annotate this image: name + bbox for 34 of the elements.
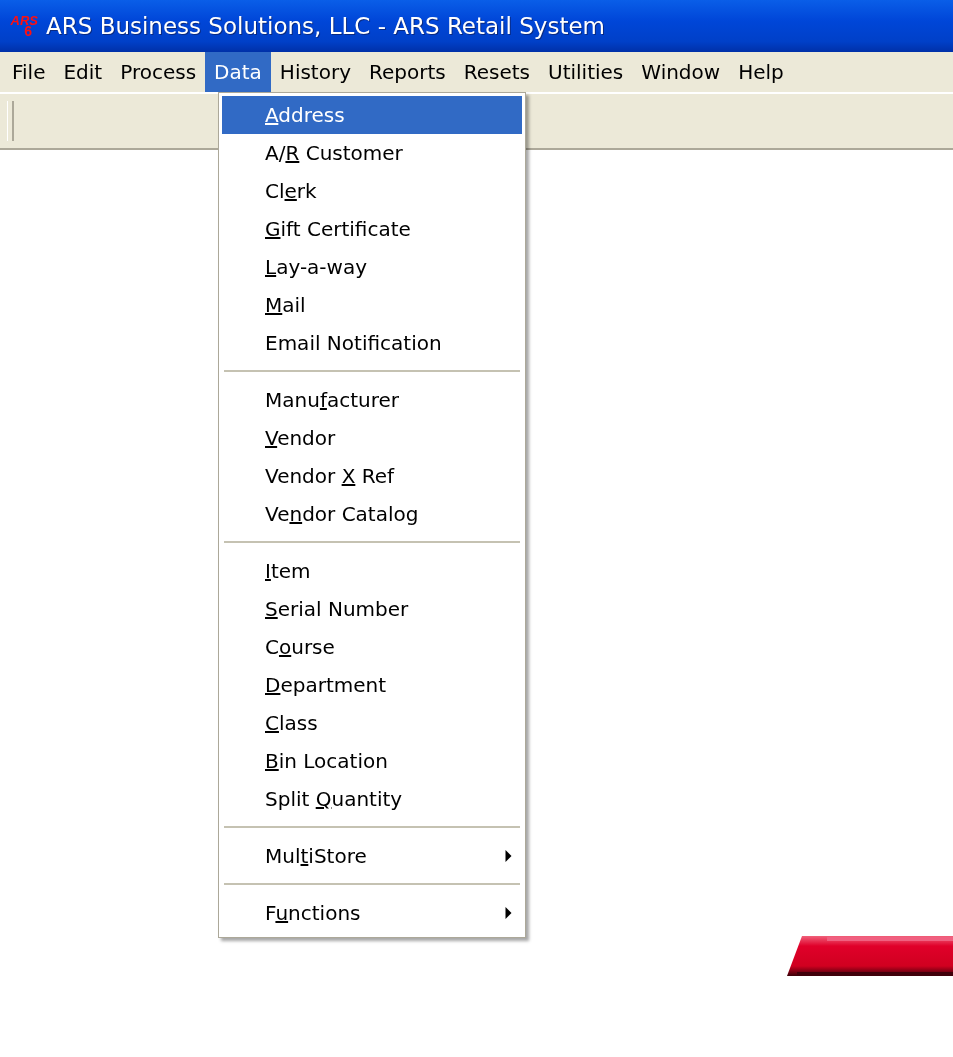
menu-bar-item[interactable]: File bbox=[3, 52, 55, 92]
menu-bar-item[interactable]: Help bbox=[729, 52, 793, 92]
menu-bar-item[interactable]: Utilities bbox=[539, 52, 633, 92]
menu-item[interactable]: Address bbox=[222, 96, 522, 134]
menu-item[interactable]: Functions bbox=[222, 894, 522, 932]
submenu-arrow-icon bbox=[505, 907, 512, 919]
menu-bar-item[interactable]: Reports bbox=[360, 52, 455, 92]
window-title: ARS Business Solutions, LLC - ARS Retail System bbox=[46, 13, 605, 39]
menu-bar-item[interactable]: Process bbox=[111, 52, 206, 92]
menu-bar-item[interactable]: Window bbox=[632, 52, 730, 92]
menu-item[interactable]: Item bbox=[222, 552, 522, 590]
menu-item[interactable]: Manufacturer bbox=[222, 381, 522, 419]
menu-item[interactable]: Split Quantity bbox=[222, 780, 522, 818]
menu-item[interactable]: A/R Customer bbox=[222, 134, 522, 172]
menu-item[interactable]: Class bbox=[222, 704, 522, 742]
menu-item[interactable]: Course bbox=[222, 628, 522, 666]
menu-bar-item[interactable]: Resets bbox=[454, 52, 539, 92]
menu-item[interactable]: Bin Location bbox=[222, 742, 522, 780]
menu-bar-item[interactable]: Edit bbox=[54, 52, 112, 92]
menu-item[interactable]: Mail bbox=[222, 286, 522, 324]
menu-item[interactable]: Clerk bbox=[222, 172, 522, 210]
menu-item[interactable]: Lay-a-way bbox=[222, 248, 522, 286]
menu-item[interactable]: Vendor X Ref bbox=[222, 457, 522, 495]
menu-item[interactable]: MultiStore bbox=[222, 837, 522, 875]
menu-item[interactable]: Vendor bbox=[222, 419, 522, 457]
app-logo: ARS 6 bbox=[9, 14, 38, 38]
menu-bar-item[interactable]: Data bbox=[205, 52, 271, 92]
menu-item[interactable]: Department bbox=[222, 666, 522, 704]
menu-item[interactable]: Vendor Catalog bbox=[222, 495, 522, 533]
submenu-arrow-icon bbox=[505, 850, 512, 862]
menu-item[interactable]: Serial Number bbox=[222, 590, 522, 628]
menu-item[interactable]: Gift Certificate bbox=[222, 210, 522, 248]
menu-item[interactable]: Email Notification bbox=[222, 324, 522, 362]
menu-bar-item[interactable]: History bbox=[270, 52, 360, 92]
